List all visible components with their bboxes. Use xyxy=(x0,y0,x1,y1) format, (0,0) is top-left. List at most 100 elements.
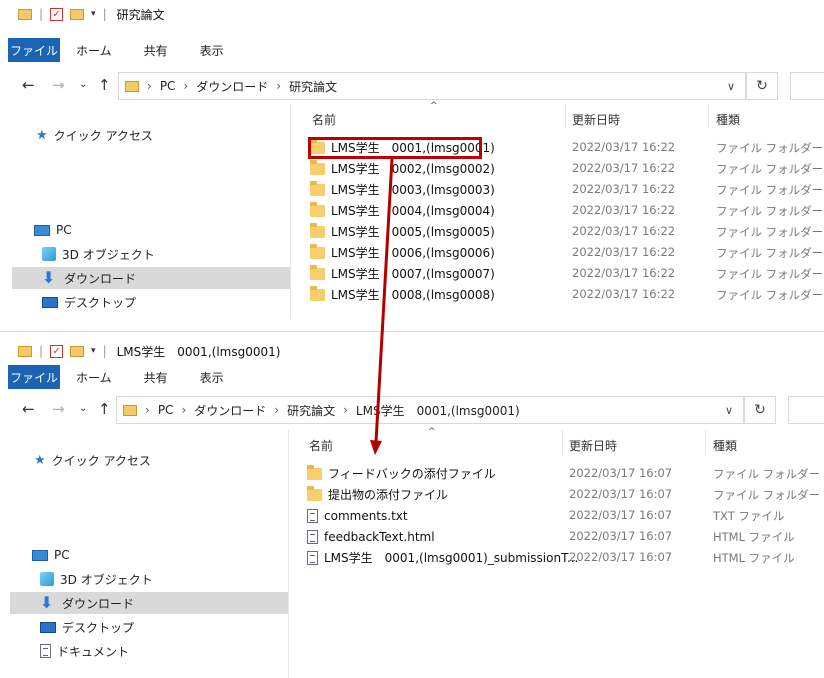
recent-locations-icon[interactable]: ⌄ xyxy=(79,403,87,414)
file-type: ファイル フォルダー xyxy=(716,246,824,260)
sidebar-item-label: クイック アクセス xyxy=(53,128,153,143)
quick-access-dropdown-icon[interactable]: ▾ xyxy=(91,9,96,19)
tab-view[interactable]: 表示 xyxy=(184,38,240,62)
sidebar-item-label: 3D オブジェクト xyxy=(60,572,153,587)
tab-share[interactable]: 共有 xyxy=(128,38,184,62)
sidebar-item-downloads[interactable]: ⬇ ダウンロード xyxy=(10,592,288,614)
modified-date: 2022/03/17 16:07 xyxy=(569,487,673,501)
breadcrumb-research[interactable]: 研究論文 xyxy=(287,402,335,419)
file-name: LMS学生 0001,(lmsg0001)_submissionT... xyxy=(324,551,579,565)
sidebar-item-quick-access[interactable]: ★ クイック アクセス xyxy=(34,449,288,471)
breadcrumb-research[interactable]: 研究論文 xyxy=(289,78,337,95)
forward-arrow-icon[interactable]: → xyxy=(52,76,65,94)
file-name: LMS学生 0002,(lmsg0002) xyxy=(331,162,495,176)
list-item[interactable]: LMS学生 0002,(lmsg0002) 2022/03/17 16:22 フ… xyxy=(310,158,823,179)
column-header-type[interactable]: 種類 xyxy=(716,111,740,128)
column-header-type[interactable]: 種類 xyxy=(713,437,737,454)
list-item[interactable]: LMS学生 0004,(lmsg0004) 2022/03/17 16:22 フ… xyxy=(310,200,823,221)
properties-icon[interactable]: ✓ xyxy=(50,7,64,21)
list-item[interactable]: feedbackText.html 2022/03/17 16:07 HTML … xyxy=(307,526,807,547)
column-header-date[interactable]: 更新日時 xyxy=(569,437,617,454)
quick-access-star-icon: ★ xyxy=(36,127,48,143)
modified-date: 2022/03/17 16:22 xyxy=(572,140,676,154)
folder-icon xyxy=(310,243,325,259)
explorer-window-student: | ✓ ▾ | LMS学生 0001,(lmsg0001) ファイル ホーム 共… xyxy=(0,335,824,678)
file-type: ファイル フォルダー xyxy=(716,162,824,176)
modified-date: 2022/03/17 16:07 xyxy=(569,466,673,480)
file-name: LMS学生 0007,(lmsg0007) xyxy=(331,267,495,281)
list-item[interactable]: LMS学生 0008,(lmsg0008) 2022/03/17 16:22 フ… xyxy=(310,284,823,305)
back-arrow-icon[interactable]: ← xyxy=(22,400,35,418)
folder-icon xyxy=(18,8,32,20)
properties-icon[interactable]: ✓ xyxy=(50,344,64,358)
back-arrow-icon[interactable]: ← xyxy=(22,76,35,94)
refresh-button[interactable]: ↻ xyxy=(746,72,778,100)
chevron-down-icon[interactable]: ∨ xyxy=(725,404,733,417)
folder-icon xyxy=(310,201,325,217)
breadcrumb-pc[interactable]: PC xyxy=(160,79,176,93)
folder-icon xyxy=(310,159,325,175)
sidebar-item-pc[interactable]: PC xyxy=(34,219,290,241)
address-row: ← → ⌄ ↑ › PC › ダウンロード › 研究論文 › LMS学生 000… xyxy=(0,394,824,424)
quick-access-dropdown-icon[interactable]: ▾ xyxy=(91,346,96,356)
window-title: 研究論文 xyxy=(116,7,165,22)
list-item[interactable]: フィードバックの添付ファイル 2022/03/17 16:07 ファイル フォル… xyxy=(307,463,820,484)
folder-icon xyxy=(310,264,325,280)
search-input[interactable] xyxy=(788,396,824,424)
breadcrumb-downloads[interactable]: ダウンロード xyxy=(194,402,266,419)
sidebar-item-3d-objects[interactable]: 3D オブジェクト xyxy=(10,568,288,590)
modified-date: 2022/03/17 16:07 xyxy=(569,529,673,543)
up-arrow-icon[interactable]: ↑ xyxy=(98,76,111,94)
recent-locations-icon[interactable]: ⌄ xyxy=(79,79,87,90)
list-item[interactable]: 提出物の添付ファイル 2022/03/17 16:07 ファイル フォルダー xyxy=(307,484,820,505)
list-item[interactable]: LMS学生 0003,(lmsg0003) 2022/03/17 16:22 フ… xyxy=(310,179,823,200)
sidebar-item-3d-objects[interactable]: 3D オブジェクト xyxy=(12,243,290,265)
sidebar-item-quick-access[interactable]: ★ クイック アクセス xyxy=(36,124,290,146)
file-name: comments.txt xyxy=(324,508,408,523)
tab-share[interactable]: 共有 xyxy=(128,365,184,389)
sort-caret-icon: ^ xyxy=(430,101,438,111)
list-item[interactable]: LMS学生 0001,(lmsg0001)_submissionT... 202… xyxy=(307,547,807,568)
file-type: ファイル フォルダー xyxy=(713,488,821,502)
sidebar-item-desktop[interactable]: デスクトップ xyxy=(12,291,290,313)
new-folder-icon[interactable] xyxy=(70,345,85,357)
desktop-icon xyxy=(40,621,56,633)
tab-file[interactable]: ファイル xyxy=(8,365,60,389)
list-item[interactable]: comments.txt 2022/03/17 16:07 TXT ファイル xyxy=(307,505,807,526)
list-item[interactable]: LMS学生 0006,(lmsg0006) 2022/03/17 16:22 フ… xyxy=(310,242,823,263)
sidebar-item-downloads[interactable]: ⬇ ダウンロード xyxy=(12,267,290,289)
chevron-down-icon[interactable]: ∨ xyxy=(727,80,735,93)
tab-file[interactable]: ファイル xyxy=(8,38,60,62)
tab-view[interactable]: 表示 xyxy=(184,365,240,389)
modified-date: 2022/03/17 16:22 xyxy=(572,182,676,196)
column-header-date[interactable]: 更新日時 xyxy=(572,111,620,128)
address-bar[interactable]: › PC › ダウンロード › 研究論文 › LMS学生 0001,(lmsg0… xyxy=(116,396,744,424)
download-icon: ⬇ xyxy=(40,593,54,612)
file-type: HTML ファイル xyxy=(713,530,795,544)
breadcrumb-downloads[interactable]: ダウンロード xyxy=(196,78,268,95)
list-item[interactable]: LMS学生 0005,(lmsg0005) 2022/03/17 16:22 フ… xyxy=(310,221,823,242)
forward-arrow-icon[interactable]: → xyxy=(52,400,65,418)
up-arrow-icon[interactable]: ↑ xyxy=(98,400,111,418)
sidebar-item-pc[interactable]: PC xyxy=(32,544,288,566)
3d-objects-icon xyxy=(40,572,54,586)
file-name: LMS学生 0006,(lmsg0006) xyxy=(331,246,495,260)
sidebar-item-label: デスクトップ xyxy=(64,295,137,310)
folder-icon xyxy=(123,404,137,416)
search-input[interactable] xyxy=(790,72,824,100)
address-bar[interactable]: › PC › ダウンロード › 研究論文 ∨ xyxy=(118,72,746,100)
breadcrumb-student-folder[interactable]: LMS学生 0001,(lmsg0001) xyxy=(356,402,520,419)
file-type: ファイル フォルダー xyxy=(716,225,824,239)
sidebar-item-desktop[interactable]: デスクトップ xyxy=(10,616,288,638)
list-item[interactable]: LMS学生 0007,(lmsg0007) 2022/03/17 16:22 フ… xyxy=(310,263,823,284)
download-icon: ⬇ xyxy=(42,268,56,287)
new-folder-icon[interactable] xyxy=(70,8,85,20)
column-header-name[interactable]: 名前 xyxy=(309,437,333,454)
tab-home[interactable]: ホーム xyxy=(60,38,128,62)
breadcrumb-pc[interactable]: PC xyxy=(158,403,174,417)
refresh-button[interactable]: ↻ xyxy=(744,396,776,424)
sidebar-item-documents[interactable]: ドキュメント xyxy=(10,640,288,662)
tab-home[interactable]: ホーム xyxy=(60,365,128,389)
column-header-name[interactable]: 名前 xyxy=(312,111,336,128)
window-title: LMS学生 0001,(lmsg0001) xyxy=(116,344,281,359)
